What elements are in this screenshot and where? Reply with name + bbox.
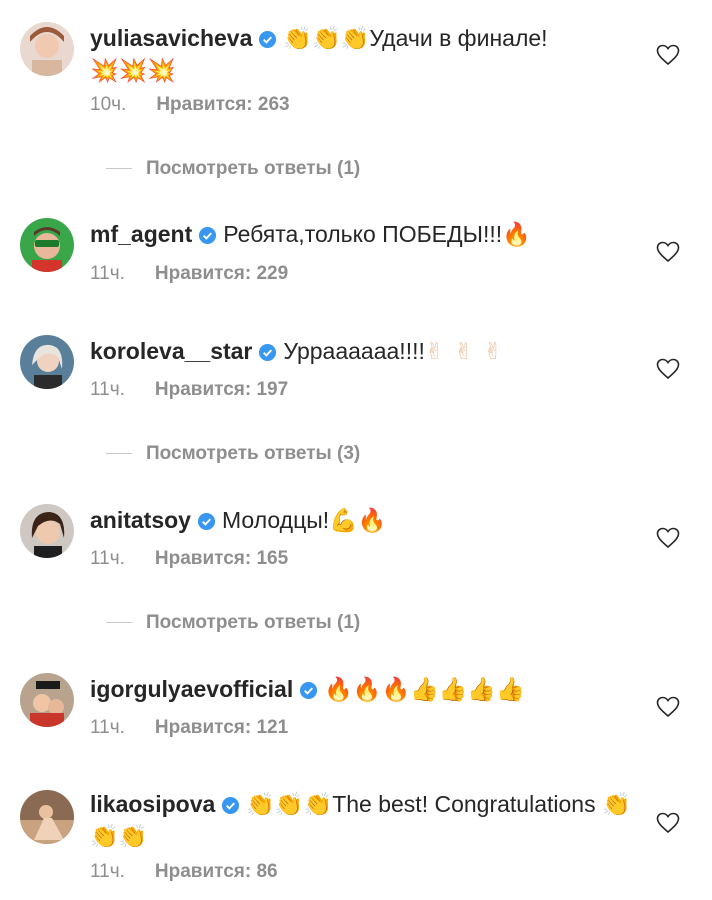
divider <box>106 622 132 624</box>
view-replies-link[interactable]: Посмотреть ответы (1) <box>106 157 360 181</box>
comment-meta: 11ч. Нравится: 229 <box>90 262 288 286</box>
emoji: ✌✌✌ <box>424 339 513 365</box>
username[interactable]: igorgulyaevofficial <box>90 676 293 702</box>
divider <box>106 453 132 455</box>
comment-text: likaosipova 👏👏👏The best! Congratulations … <box>90 790 634 852</box>
timestamp: 11ч. <box>90 861 125 882</box>
view-replies-label: Посмотреть ответы (1) <box>146 158 361 179</box>
avatar[interactable] <box>20 218 74 272</box>
emoji: 💥💥💥 <box>90 58 176 84</box>
comment-message: Молодцы! <box>221 507 330 533</box>
heart-icon[interactable] <box>656 696 680 718</box>
emoji: 👏👏👏 <box>283 26 370 52</box>
verified-badge-icon <box>258 340 277 369</box>
heart-icon[interactable] <box>656 358 680 380</box>
heart-icon[interactable] <box>656 812 680 834</box>
comment-message: Урраааааа!!!! <box>283 338 425 364</box>
view-replies-link[interactable]: Посмотреть ответы (1) <box>106 611 360 635</box>
username[interactable]: koroleva__star <box>90 338 252 364</box>
like-count[interactable]: Нравится: 263 <box>156 94 289 115</box>
comment-message: Удачи в финале! <box>369 25 548 51</box>
emoji: 💪🔥 <box>329 508 387 534</box>
comment-text: koroleva__star Урраааааа!!!!✌✌✌ <box>90 337 634 369</box>
comment-meta: 11ч. Нравится: 197 <box>90 378 288 402</box>
heart-icon[interactable] <box>656 44 680 66</box>
verified-badge-icon <box>221 793 240 822</box>
view-replies-label: Посмотреть ответы (3) <box>146 443 361 464</box>
timestamp: 11ч. <box>90 717 125 738</box>
emoji: 👏👏👏 <box>246 792 333 818</box>
timestamp: 11ч. <box>90 379 125 400</box>
verified-badge-icon <box>299 678 318 707</box>
timestamp: 10ч. <box>90 94 127 115</box>
like-count[interactable]: Нравится: 86 <box>155 861 278 882</box>
like-count[interactable]: Нравится: 165 <box>155 548 288 569</box>
avatar[interactable] <box>20 22 74 76</box>
verified-badge-icon <box>258 27 277 56</box>
comment-message: Ребята,только ПОБЕДЫ!!! <box>223 221 503 247</box>
comment-meta: 10ч. Нравится: 263 <box>90 93 290 117</box>
comment-meta: 11ч. Нравится: 121 <box>90 716 288 740</box>
comment-text: igorgulyaevofficial 🔥🔥🔥👍👍👍👍 <box>90 675 634 707</box>
heart-icon[interactable] <box>656 527 680 549</box>
avatar[interactable] <box>20 335 74 389</box>
comment-text: yuliasavicheva 👏👏👏Удачи в финале! 💥💥💥 <box>90 24 634 86</box>
emoji: 🔥 <box>502 222 531 248</box>
heart-icon[interactable] <box>656 241 680 263</box>
username[interactable]: mf_agent <box>90 221 192 247</box>
avatar[interactable] <box>20 790 74 844</box>
comment-text: anitatsoy Молодцы!💪🔥 <box>90 506 634 538</box>
username[interactable]: likaosipova <box>90 791 215 817</box>
timestamp: 11ч. <box>90 548 125 569</box>
comment-meta: 11ч. Нравится: 86 <box>90 860 278 884</box>
username[interactable]: yuliasavicheva <box>90 25 252 51</box>
verified-badge-icon <box>198 223 217 252</box>
like-count[interactable]: Нравится: 197 <box>155 379 288 400</box>
verified-badge-icon <box>197 509 216 538</box>
emoji: 🔥🔥🔥👍👍👍👍 <box>324 677 525 703</box>
avatar[interactable] <box>20 504 74 558</box>
view-replies-label: Посмотреть ответы (1) <box>146 612 361 633</box>
comment-meta: 11ч. Нравится: 165 <box>90 547 288 571</box>
comment-text: mf_agent Ребята,только ПОБЕДЫ!!!🔥 <box>90 220 634 252</box>
view-replies-link[interactable]: Посмотреть ответы (3) <box>106 442 360 466</box>
divider <box>106 168 132 170</box>
like-count[interactable]: Нравится: 229 <box>155 263 288 284</box>
timestamp: 11ч. <box>90 263 125 284</box>
username[interactable]: anitatsoy <box>90 507 191 533</box>
comment-message: The best! Congratulations <box>332 791 596 817</box>
avatar[interactable] <box>20 673 74 727</box>
like-count[interactable]: Нравится: 121 <box>155 717 288 738</box>
